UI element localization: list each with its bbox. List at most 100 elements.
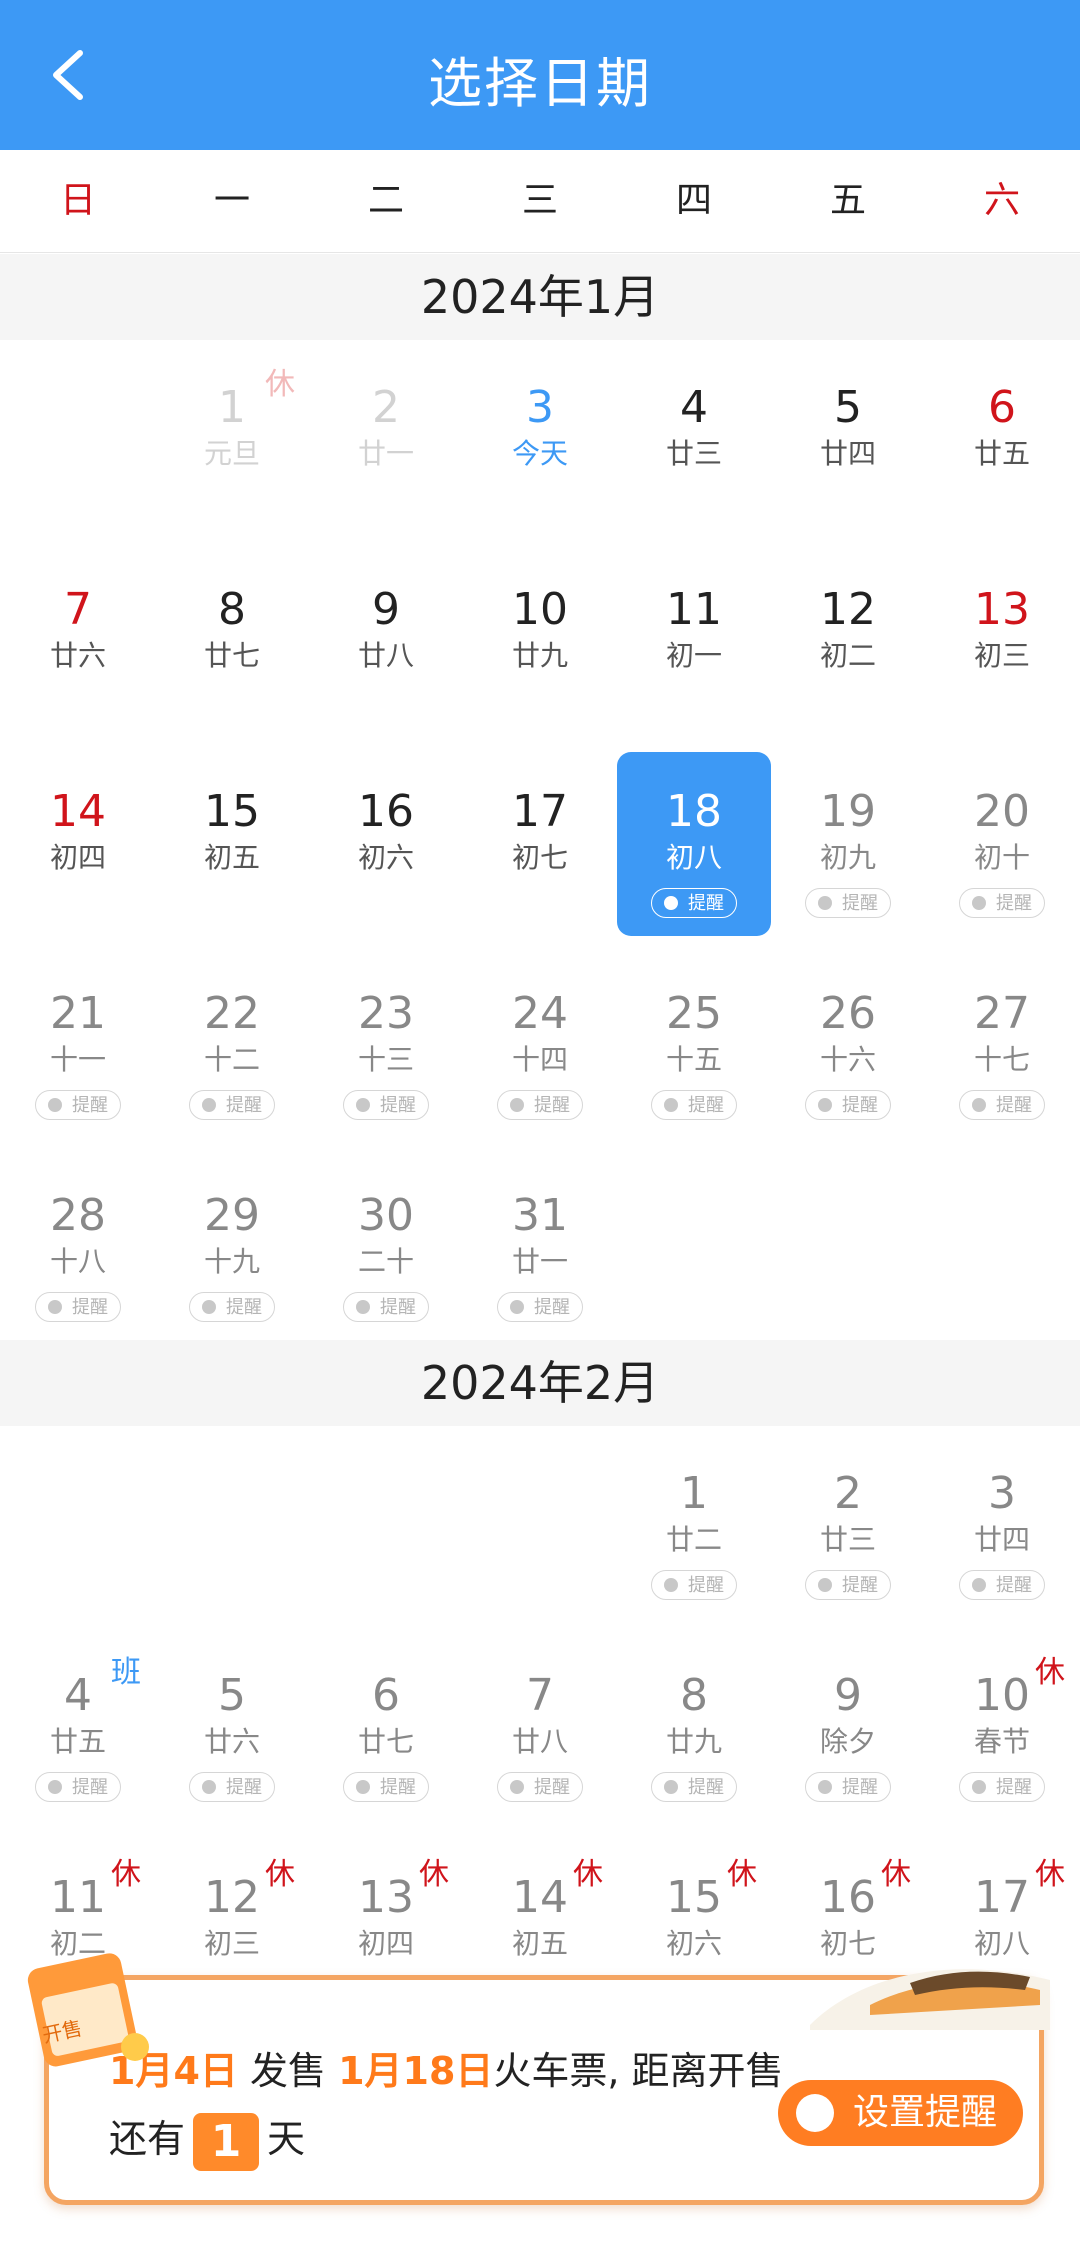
calendar-day[interactable]: 6 廿五 xyxy=(925,348,1079,532)
calendar-day[interactable]: 11 初一 xyxy=(617,550,771,734)
lunar-date: 廿六 xyxy=(203,1725,260,1758)
calendar-day[interactable]: 5 廿六 提醒 xyxy=(155,1636,309,1820)
weekday-fri: 五 xyxy=(829,180,866,221)
countdown-prefix: 还有 xyxy=(109,2117,186,2161)
calendar-day[interactable]: 19 初九 提醒 xyxy=(771,752,925,936)
alarm-clock-icon xyxy=(356,1098,370,1112)
calendar-day[interactable]: 29 十九 提醒 xyxy=(155,1156,309,1340)
calendar-day[interactable]: 21 十一 提醒 xyxy=(1,954,155,1138)
calendar-day[interactable]: 26 十六 提醒 xyxy=(771,954,925,1138)
day-number: 6 xyxy=(988,382,1016,433)
calendar-day[interactable]: 15 初五 xyxy=(155,752,309,936)
day-remind-chip[interactable]: 提醒 xyxy=(35,1292,121,1322)
weekday-sun: 日 xyxy=(59,180,96,221)
alarm-clock-icon xyxy=(972,1780,986,1794)
holiday-badge: 休 xyxy=(573,1857,603,1892)
day-number: 12 xyxy=(820,584,876,635)
calendar-day[interactable]: 25 十五 提醒 xyxy=(617,954,771,1138)
day-number: 24 xyxy=(512,988,568,1039)
day-remind-chip[interactable]: 提醒 xyxy=(651,1570,737,1600)
sale-calendar-icon: 开售 xyxy=(27,1953,149,2067)
calendar-day[interactable]: 3 廿四 提醒 xyxy=(925,1434,1079,1618)
day-remind-chip[interactable]: 提醒 xyxy=(497,1292,583,1322)
calendar-day[interactable]: 8 廿七 xyxy=(155,550,309,734)
lunar-date: 十七 xyxy=(973,1043,1030,1076)
day-number: 7 xyxy=(526,1670,554,1721)
day-remind-chip[interactable]: 提醒 xyxy=(189,1090,275,1120)
alarm-clock-icon xyxy=(664,1578,678,1592)
lunar-date: 初八 xyxy=(665,841,722,874)
day-remind-chip[interactable]: 提醒 xyxy=(651,1090,737,1120)
day-number: 2 xyxy=(372,382,400,433)
calendar-day[interactable]: 1 廿二 提醒 xyxy=(617,1434,771,1618)
calendar-day[interactable]: 31 廿一 提醒 xyxy=(463,1156,617,1340)
calendar-day[interactable]: 20 初十 提醒 xyxy=(925,752,1079,936)
calendar-day[interactable]: 30 二十 提醒 xyxy=(309,1156,463,1340)
day-remind-chip[interactable]: 提醒 xyxy=(189,1292,275,1322)
lunar-date: 廿五 xyxy=(973,437,1030,470)
day-remind-chip[interactable]: 提醒 xyxy=(497,1772,583,1802)
calendar-day[interactable]: 5 廿四 xyxy=(771,348,925,532)
day-number: 11 xyxy=(666,584,722,635)
day-remind-chip[interactable]: 提醒 xyxy=(497,1090,583,1120)
calendar-day[interactable]: 9 廿八 xyxy=(309,550,463,734)
calendar-day[interactable]: 14 初四 xyxy=(1,752,155,936)
day-remind-chip[interactable]: 提醒 xyxy=(805,1090,891,1120)
calendar-day[interactable]: 7 廿六 xyxy=(1,550,155,734)
calendar-day[interactable]: 2 廿三 提醒 xyxy=(771,1434,925,1618)
day-number: 29 xyxy=(204,1190,260,1241)
calendar-day[interactable]: 27 十七 提醒 xyxy=(925,954,1079,1138)
set-reminder-label: 设置提醒 xyxy=(852,2092,997,2133)
calendar-day[interactable]: 13 初三 xyxy=(925,550,1079,734)
day-remind-chip[interactable]: 提醒 xyxy=(805,888,891,918)
calendar-day[interactable]: 7 廿八 提醒 xyxy=(463,1636,617,1820)
calendar-day[interactable]: 28 十八 提醒 xyxy=(1,1156,155,1340)
calendar-day[interactable]: 4 廿五班提醒 xyxy=(1,1636,155,1820)
lunar-date: 初三 xyxy=(203,1927,260,1960)
alarm-clock-icon xyxy=(510,1098,524,1112)
day-remind-chip[interactable]: 提醒 xyxy=(343,1292,429,1322)
calendar-day[interactable]: 4 廿三 xyxy=(617,348,771,532)
day-remind-chip[interactable]: 提醒 xyxy=(805,1772,891,1802)
set-reminder-button[interactable]: 设置提醒 xyxy=(778,2080,1023,2146)
calendar-day[interactable]: 10 廿九 xyxy=(463,550,617,734)
calendar-day[interactable]: 10 春节休提醒 xyxy=(925,1636,1079,1820)
day-number: 30 xyxy=(358,1190,414,1241)
calendar-day[interactable]: 24 十四 提醒 xyxy=(463,954,617,1138)
day-remind-chip[interactable]: 提醒 xyxy=(343,1090,429,1120)
alarm-clock-icon xyxy=(818,1098,832,1112)
lunar-date: 廿三 xyxy=(819,1523,876,1556)
day-remind-chip[interactable]: 提醒 xyxy=(959,1772,1045,1802)
calendar-day[interactable]: 16 初六 xyxy=(309,752,463,936)
calendar-day[interactable]: 12 初二 xyxy=(771,550,925,734)
day-remind-chip[interactable]: 提醒 xyxy=(343,1772,429,1802)
calendar-day[interactable]: 17 初七 xyxy=(463,752,617,936)
day-remind-chip[interactable]: 提醒 xyxy=(35,1772,121,1802)
day-remind-chip[interactable]: 提醒 xyxy=(35,1090,121,1120)
calendar-day[interactable]: 9 除夕 提醒 xyxy=(771,1636,925,1820)
day-remind-chip[interactable]: 提醒 xyxy=(959,1090,1045,1120)
calendar-day[interactable]: 18 初八 提醒 xyxy=(617,752,771,936)
calendar-day[interactable]: 22 十二 提醒 xyxy=(155,954,309,1138)
alarm-clock-icon xyxy=(972,896,986,910)
day-remind-chip[interactable]: 提醒 xyxy=(651,1772,737,1802)
remind-label: 提醒 xyxy=(996,1777,1032,1798)
calendar-day[interactable]: 23 十三 提醒 xyxy=(309,954,463,1138)
day-remind-chip[interactable]: 提醒 xyxy=(651,888,737,918)
lunar-date: 廿一 xyxy=(357,437,414,470)
remind-label: 提醒 xyxy=(842,1095,878,1116)
calendar-day[interactable]: 8 廿九 提醒 xyxy=(617,1636,771,1820)
remind-label: 提醒 xyxy=(688,1777,724,1798)
lunar-date: 十一 xyxy=(49,1043,106,1076)
calendar-day[interactable]: 3 今天 xyxy=(463,348,617,532)
day-remind-chip[interactable]: 提醒 xyxy=(959,1570,1045,1600)
lunar-date: 廿四 xyxy=(819,437,876,470)
day-remind-chip[interactable]: 提醒 xyxy=(805,1570,891,1600)
calendar-day[interactable]: 6 廿七 提醒 xyxy=(309,1636,463,1820)
lunar-date: 初四 xyxy=(49,841,106,874)
day-remind-chip[interactable]: 提醒 xyxy=(959,888,1045,918)
lunar-date: 初四 xyxy=(357,1927,414,1960)
alarm-clock-icon xyxy=(48,1098,62,1112)
day-remind-chip[interactable]: 提醒 xyxy=(189,1772,275,1802)
day-number: 19 xyxy=(820,786,876,837)
